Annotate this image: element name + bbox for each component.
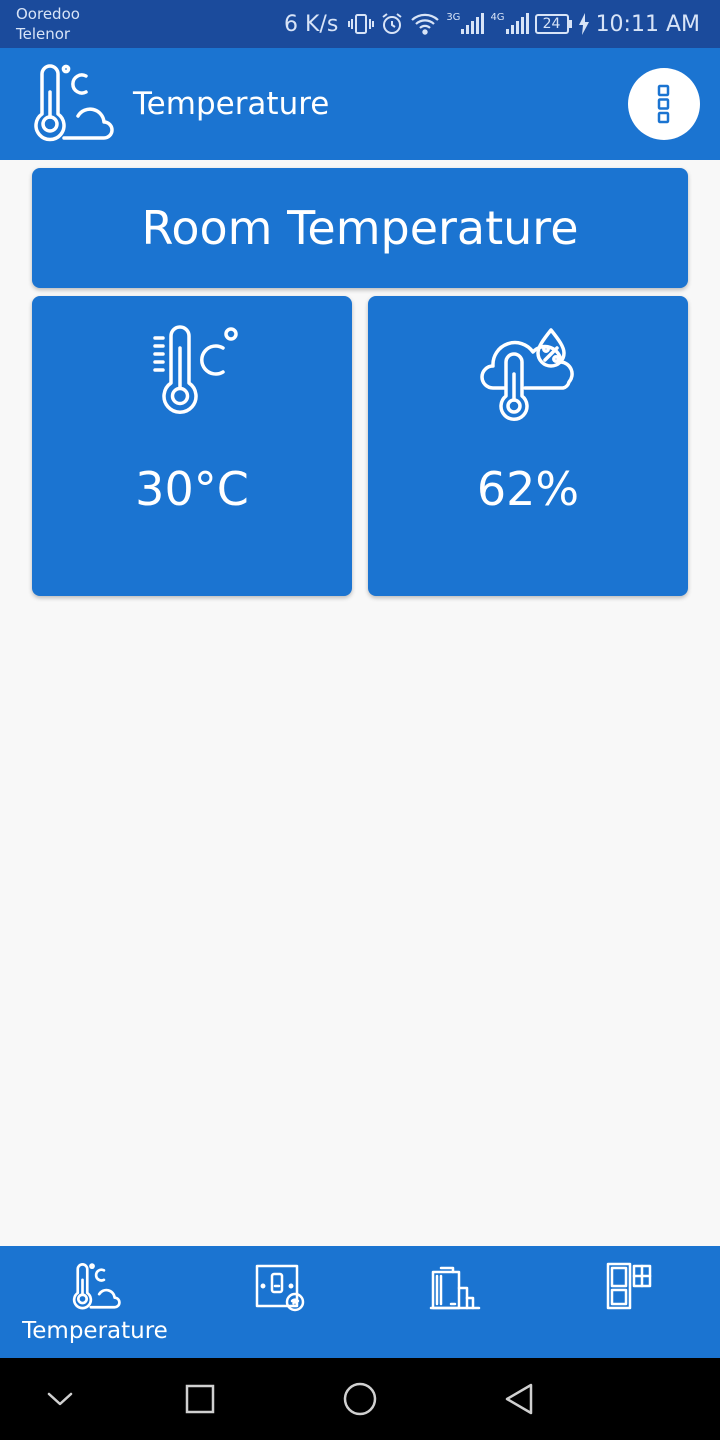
nav-item-switch[interactable] — [190, 1246, 370, 1358]
app-bar: Temperature — [0, 48, 720, 160]
nav-item-temperature[interactable]: Temperature — [0, 1246, 190, 1358]
humidity-card[interactable]: 62% — [368, 296, 688, 596]
app-title: Temperature — [133, 86, 330, 122]
battery-icon: 24 — [534, 14, 572, 34]
net-speed: 6 K/s — [284, 11, 339, 37]
carrier-names: Ooredoo Telenor — [16, 4, 80, 44]
signal-3g-icon — [461, 13, 485, 34]
status-indicators: 6 K/s 3G 4G 24 10:11 AM — [284, 9, 700, 39]
thermometer-celsius-icon — [153, 325, 238, 414]
signal-4g-icon — [505, 13, 529, 34]
clock: 10:11 AM — [595, 11, 700, 37]
collapse-button[interactable] — [36, 1375, 84, 1423]
thermometer-cloud-icon — [34, 64, 114, 142]
recents-button[interactable] — [176, 1375, 224, 1423]
status-bar: Ooredoo Telenor 6 K/s 3G 4G 24 10:11 AM — [0, 0, 720, 48]
humidity-cloud-icon — [480, 328, 574, 421]
nav-item-room[interactable] — [370, 1246, 540, 1358]
more-vertical-icon — [657, 84, 670, 124]
network-2-label: 4G — [490, 12, 505, 23]
recents-icon — [185, 1384, 215, 1414]
battery-level: 24 — [534, 14, 569, 34]
door-window-icon — [606, 1262, 652, 1310]
humidity-value: 62% — [476, 462, 580, 516]
room-temperature-header: Room Temperature — [32, 168, 688, 288]
home-icon — [343, 1382, 377, 1416]
temperature-card[interactable]: 30°C — [32, 296, 352, 596]
wifi-icon — [411, 13, 440, 35]
temperature-value: 30°C — [135, 462, 249, 516]
carrier-1: Ooredoo — [16, 5, 80, 23]
back-button[interactable] — [496, 1375, 544, 1423]
smart-switch-icon — [255, 1264, 305, 1312]
back-icon — [505, 1383, 533, 1415]
bottom-navigation: Temperature — [0, 1246, 720, 1358]
room-appliance-icon — [429, 1266, 481, 1310]
alarm-icon — [382, 13, 402, 34]
network-1-label: 3G — [446, 12, 461, 23]
collapse-icon — [47, 1392, 73, 1406]
charging-icon — [578, 13, 589, 35]
header-title: Room Temperature — [141, 201, 579, 255]
vibrate-icon — [348, 14, 375, 34]
nav-item-door[interactable] — [540, 1246, 720, 1358]
carrier-2: Telenor — [16, 25, 71, 43]
nav-label-temperature: Temperature — [22, 1318, 168, 1344]
home-button[interactable] — [336, 1375, 384, 1423]
system-navigation — [0, 1358, 720, 1440]
thermometer-cloud-icon — [72, 1263, 121, 1310]
more-options-button[interactable] — [628, 68, 700, 140]
